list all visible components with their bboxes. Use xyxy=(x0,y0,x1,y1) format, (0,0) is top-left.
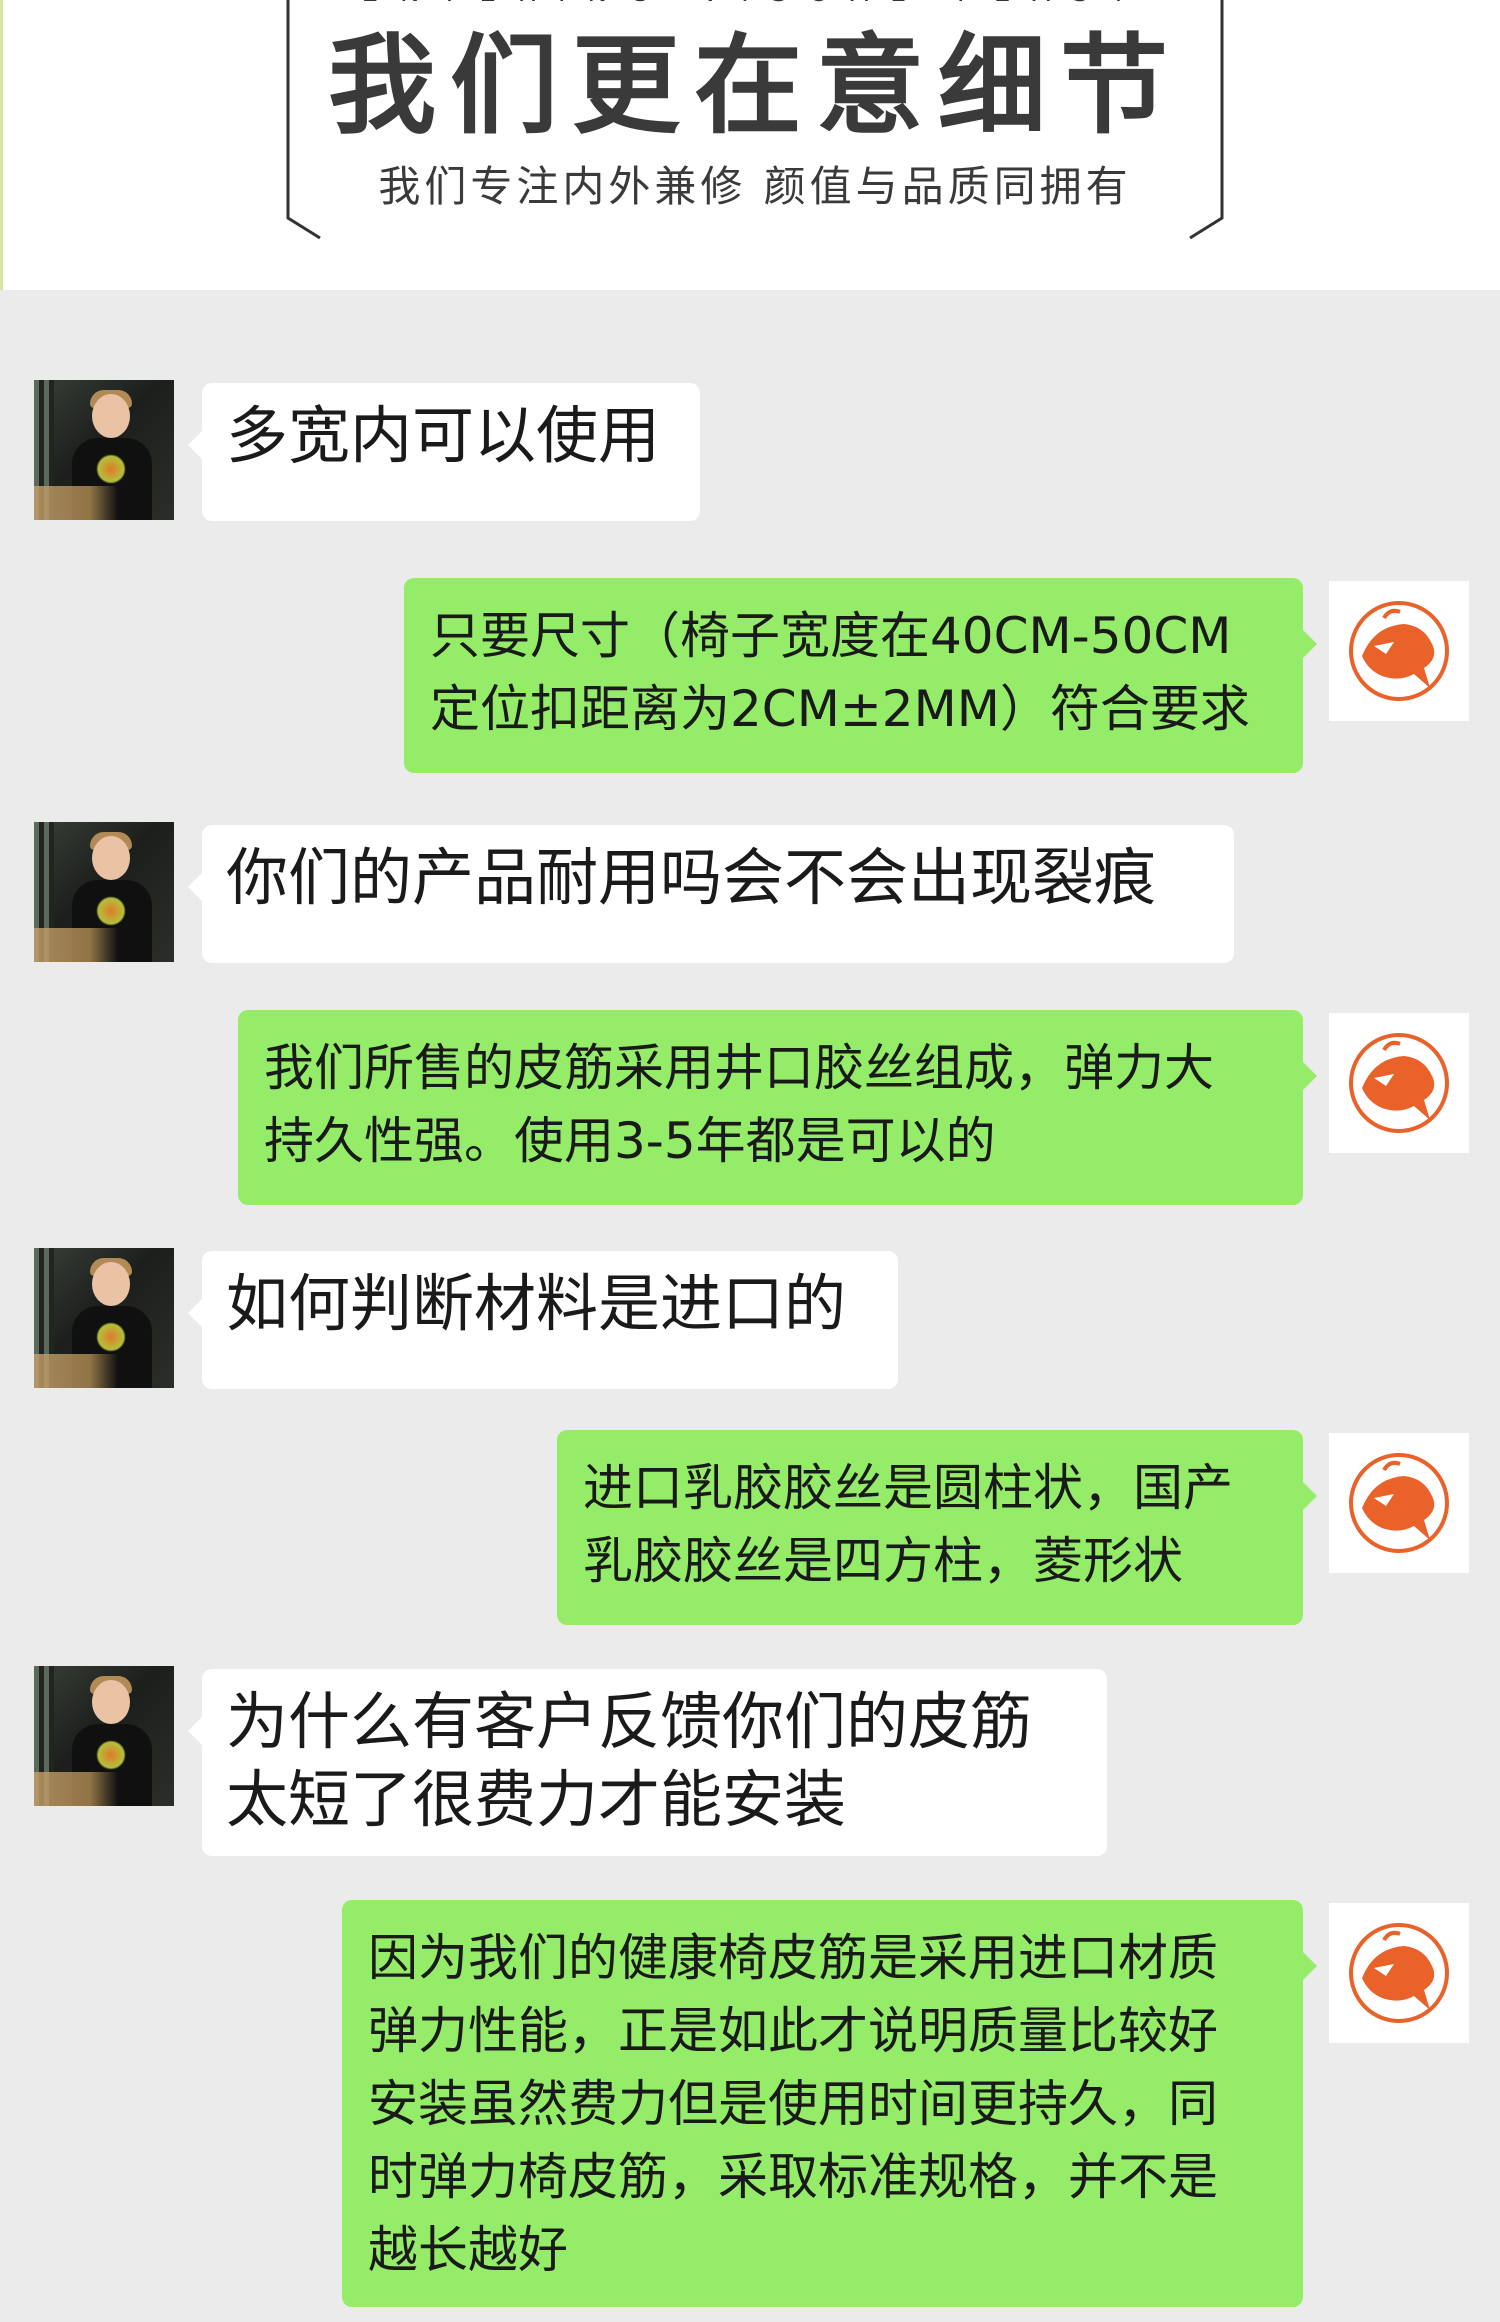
message-text: 乳胶胶丝是四方柱，菱形状 xyxy=(583,1532,1183,1590)
message-text: 进口乳胶胶丝是圆柱状，国产 xyxy=(583,1459,1233,1517)
message-text: 因为我们的健康椅皮筋是采用进口材质 xyxy=(368,1929,1218,1987)
message-text: 为什么有客户反馈你们的皮筋 xyxy=(226,1685,1033,1758)
message-bubble-received[interactable]: 你们的产品耐用吗会不会出现裂痕 xyxy=(188,825,1234,963)
message-bubble-received[interactable]: 多宽内可以使用 xyxy=(188,383,700,521)
message-bubble-sent[interactable]: 只要尺寸（椅子宽度在40CM-50CM 定位扣距离为2CM±2MM）符合要求 xyxy=(404,578,1317,773)
orange-horse-logo-icon xyxy=(1349,601,1449,701)
page-subtitle: 我们专注内外兼修 颜值与品质同拥有 xyxy=(378,162,1132,211)
customer-avatar[interactable] xyxy=(34,1248,174,1388)
message-text: 你们的产品耐用吗会不会出现裂痕 xyxy=(226,841,1157,914)
title-frame: ENTERING VISUAL FEAST 我们更在意细节 我们专注内外兼修 颜… xyxy=(284,0,1226,240)
message-text: 弹力性能，正是如此才说明质量比较好 xyxy=(368,2002,1218,2060)
seller-avatar[interactable] xyxy=(1329,1433,1469,1573)
orange-horse-logo-icon xyxy=(1349,1033,1449,1133)
message-text: 我们所售的皮筋采用井口胶丝组成，弹力大 xyxy=(264,1039,1214,1097)
english-caption: ENTERING VISUAL FEAST xyxy=(284,0,1226,8)
message-bubble-sent[interactable]: 进口乳胶胶丝是圆柱状，国产 乳胶胶丝是四方柱，菱形状 xyxy=(557,1430,1317,1625)
header-banner: ENTERING VISUAL FEAST 我们更在意细节 我们专注内外兼修 颜… xyxy=(0,0,1500,290)
seller-avatar[interactable] xyxy=(1329,1903,1469,2043)
customer-avatar[interactable] xyxy=(34,1666,174,1806)
message-text: 如何判断材料是进口的 xyxy=(226,1267,847,1340)
message-text: 安装虽然费力但是使用时间更持久，同 xyxy=(368,2075,1218,2133)
message-text: 太短了很费力才能安装 xyxy=(226,1763,847,1836)
message-text: 时弹力椅皮筋，采取标准规格，并不是 xyxy=(368,2148,1218,2206)
message-text: 持久性强。使用3-5年都是可以的 xyxy=(264,1112,996,1170)
customer-avatar[interactable] xyxy=(34,822,174,962)
message-text: 越长越好 xyxy=(368,2221,568,2279)
message-bubble-sent[interactable]: 因为我们的健康椅皮筋是采用进口材质 弹力性能，正是如此才说明质量比较好 安装虽然… xyxy=(342,1900,1317,2307)
message-bubble-received[interactable]: 如何判断材料是进口的 xyxy=(188,1251,898,1389)
message-text: 定位扣距离为2CM±2MM）符合要求 xyxy=(430,680,1250,738)
orange-horse-logo-icon xyxy=(1349,1923,1449,2023)
message-text: 多宽内可以使用 xyxy=(226,399,661,472)
message-bubble-received[interactable]: 为什么有客户反馈你们的皮筋 太短了很费力才能安装 xyxy=(188,1669,1107,1856)
seller-avatar[interactable] xyxy=(1329,1013,1469,1153)
orange-horse-logo-icon xyxy=(1349,1453,1449,1553)
page-title: 我们更在意细节 xyxy=(327,24,1182,149)
seller-avatar[interactable] xyxy=(1329,581,1469,721)
customer-avatar[interactable] xyxy=(34,380,174,520)
message-text: 只要尺寸（椅子宽度在40CM-50CM xyxy=(430,607,1232,665)
message-bubble-sent[interactable]: 我们所售的皮筋采用井口胶丝组成，弹力大 持久性强。使用3-5年都是可以的 xyxy=(238,1010,1317,1205)
